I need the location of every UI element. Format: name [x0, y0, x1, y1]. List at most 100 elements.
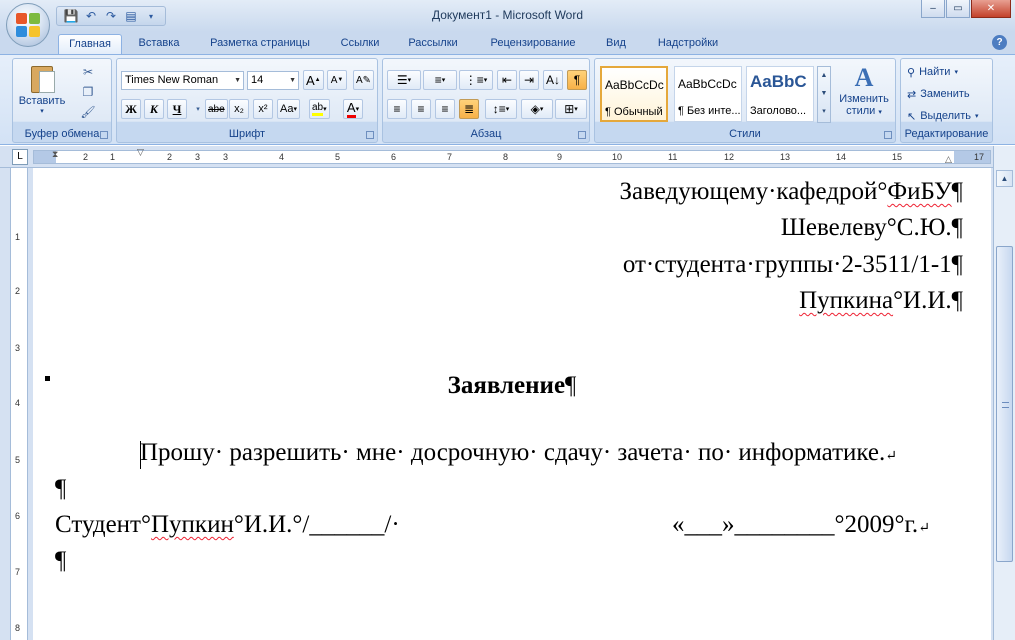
ruler-number: 2 [15, 286, 21, 296]
scroll-thumb[interactable] [996, 246, 1013, 562]
select-button[interactable]: ↖ Выделить ▾ [907, 106, 978, 126]
numbering-button[interactable]: ≡ ▾ [423, 70, 457, 90]
document-heading[interactable]: Заявление¶ [33, 372, 991, 400]
tab-review[interactable]: Рецензирование [476, 34, 590, 54]
addressee-line-3[interactable]: от·студента·группы·2-3511/1-1¶ [623, 251, 963, 279]
align-left-button[interactable]: ≡ [387, 99, 407, 119]
addressee-abbrev: ФиБУ [887, 178, 952, 205]
signature-label: Студент° [55, 511, 151, 538]
grow-font-icon: A [306, 72, 315, 88]
line-spacing-button[interactable]: ↕≡ ▾ [485, 99, 517, 119]
scroll-up-icon[interactable]: ▲ [996, 170, 1013, 187]
signature-line-date[interactable]: «___»________°2009°г.↵ [672, 511, 930, 539]
addressee-group: от·студента·группы·2-3511/1-1 [622, 251, 952, 278]
font-name-value: Times New Roman [125, 74, 219, 86]
pilcrow-mark: ¶ [951, 251, 963, 278]
tab-mailings[interactable]: Рассылки [398, 34, 468, 54]
signature-blank: °И.И.°/______/· [233, 511, 400, 538]
clipboard-launcher-icon[interactable] [100, 131, 108, 139]
strikethrough-button[interactable]: abe [205, 99, 228, 119]
pilcrow-mark: ¶ [951, 214, 963, 241]
font-name-combo[interactable]: Times New Roman ▼ [121, 71, 244, 90]
ruler-number: 6 [15, 511, 21, 521]
right-indent-marker-icon[interactable]: △ [945, 154, 952, 165]
tab-addins[interactable]: Надстройки [642, 34, 734, 54]
font-launcher-icon[interactable] [366, 131, 374, 139]
empty-paragraph-2[interactable]: ¶ [55, 547, 66, 575]
sort-button[interactable]: A↓ [543, 70, 564, 90]
paragraph-launcher-icon[interactable] [578, 131, 586, 139]
numbering-icon: ≡ [434, 73, 442, 87]
signature-line-left[interactable]: Студент°Пупкин°И.И.°/______/· [55, 511, 400, 539]
addressee-text: Заведующему·кафедрой° [619, 178, 888, 205]
justify-button[interactable]: ≣ [459, 99, 479, 119]
font-size-combo[interactable]: 14 ▼ [247, 71, 299, 90]
change-case-button[interactable]: Aa ▾ [277, 99, 300, 119]
replace-button[interactable]: ⇄ Заменить [907, 84, 970, 104]
paste-button[interactable]: Вставить ▾ [19, 63, 65, 115]
align-center-button[interactable]: ≡ [411, 99, 431, 119]
style-no-spacing[interactable]: AaBbCcDc ¶ Без инте... [674, 66, 742, 122]
ruler-number: 8 [503, 152, 509, 162]
italic-button[interactable]: К [144, 99, 164, 119]
font-group: Times New Roman ▼ 14 ▼ A ▲ A ▼ A✎ Ж К Ч ▾ ab… [116, 58, 378, 143]
office-button[interactable] [6, 3, 50, 47]
styles-launcher-icon[interactable] [884, 131, 892, 139]
sort-icon: A↓ [546, 73, 561, 87]
styles-scroll[interactable]: ▲ ▼ ▾ [817, 66, 831, 123]
decrease-indent-button[interactable]: ⇤ [497, 70, 517, 90]
minimize-button[interactable]: ‒ [921, 0, 945, 18]
document-page[interactable]: Заведующему·кафедрой°ФиБУ¶ Шевелеву°С.Ю.… [33, 168, 991, 640]
align-right-button[interactable]: ≡ [435, 99, 455, 119]
shrink-font-button[interactable]: A ▼ [327, 70, 347, 90]
tab-page-layout[interactable]: Разметка страницы [198, 34, 322, 54]
tab-references[interactable]: Ссылки [330, 34, 390, 54]
pilcrow-mark: ¶ [565, 372, 577, 399]
first-line-indent-marker-icon[interactable]: ▽ [137, 147, 144, 158]
cut-icon[interactable]: ✂ [79, 63, 97, 81]
grow-font-button[interactable]: A ▲ [303, 70, 324, 90]
vertical-scrollbar[interactable]: ▲ [993, 146, 1015, 640]
style-normal[interactable]: AaBbCcDc ¶ Обычный [600, 66, 668, 122]
shading-button[interactable]: ◈ ▾ [521, 99, 553, 119]
ruler-number: 11 [668, 152, 678, 162]
close-button[interactable]: ✕ [971, 0, 1011, 18]
tab-home[interactable]: Главная [58, 34, 122, 54]
style-heading[interactable]: AaBbC Заголово... [746, 66, 814, 122]
body-paragraph[interactable]: Прошу· разрешить· мне· досрочную· сдачу·… [140, 439, 897, 469]
tab-selector-icon[interactable]: L [12, 149, 28, 165]
ruler-bar[interactable]: 2 1 2 3 3 4 5 6 7 8 9 10 11 12 13 14 15 … [33, 147, 991, 165]
addressee-surname: Шевелеву [780, 214, 887, 241]
increase-indent-button[interactable]: ⇥ [519, 70, 539, 90]
show-marks-button[interactable]: ¶ [567, 70, 587, 90]
copy-icon[interactable]: ❐ [79, 83, 97, 101]
help-icon[interactable]: ? [992, 35, 1007, 50]
tab-view[interactable]: Вид [598, 34, 634, 54]
subscript-button[interactable]: x₂ [229, 99, 249, 119]
left-indent-marker-icon[interactable]: ⧗ [52, 149, 58, 160]
addressee-line-2[interactable]: Шевелеву°С.Ю.¶ [781, 214, 963, 242]
underline-button[interactable]: Ч [167, 99, 187, 119]
bullets-button[interactable]: ☰ ▾ [387, 70, 421, 90]
font-color-icon: A [346, 100, 356, 118]
change-styles-button[interactable]: A Изменить стили ▾ [833, 63, 895, 117]
style-name: ¶ Без инте... [678, 105, 740, 117]
maximize-button[interactable]: ▭ [946, 0, 970, 18]
bold-button[interactable]: Ж [121, 99, 141, 119]
tab-insert[interactable]: Вставка [128, 34, 190, 54]
highlight-button[interactable]: ab ▾ [309, 99, 330, 119]
font-color-button[interactable]: A ▾ [343, 99, 363, 119]
empty-paragraph[interactable]: ¶ [55, 475, 66, 503]
multilevel-list-button[interactable]: ⋮≡ ▾ [459, 70, 493, 90]
addressee-line-4[interactable]: Пупкина°И.И.¶ [799, 287, 963, 315]
ruler-number: 2 [167, 152, 173, 162]
addressee-line-1[interactable]: Заведующему·кафедрой°ФиБУ¶ [620, 178, 964, 206]
styles-group-label: Стили [729, 128, 761, 140]
format-painter-icon[interactable]: 🖌 [79, 103, 97, 121]
style-name: Заголово... [750, 105, 807, 117]
borders-button[interactable]: ⊞ ▾ [555, 99, 587, 119]
clear-formatting-button[interactable]: A✎ [353, 70, 375, 90]
find-button[interactable]: ⚲ Найти ▾ [907, 62, 958, 82]
superscript-button[interactable]: x² [253, 99, 273, 119]
ruler-number: 17 [974, 152, 985, 162]
